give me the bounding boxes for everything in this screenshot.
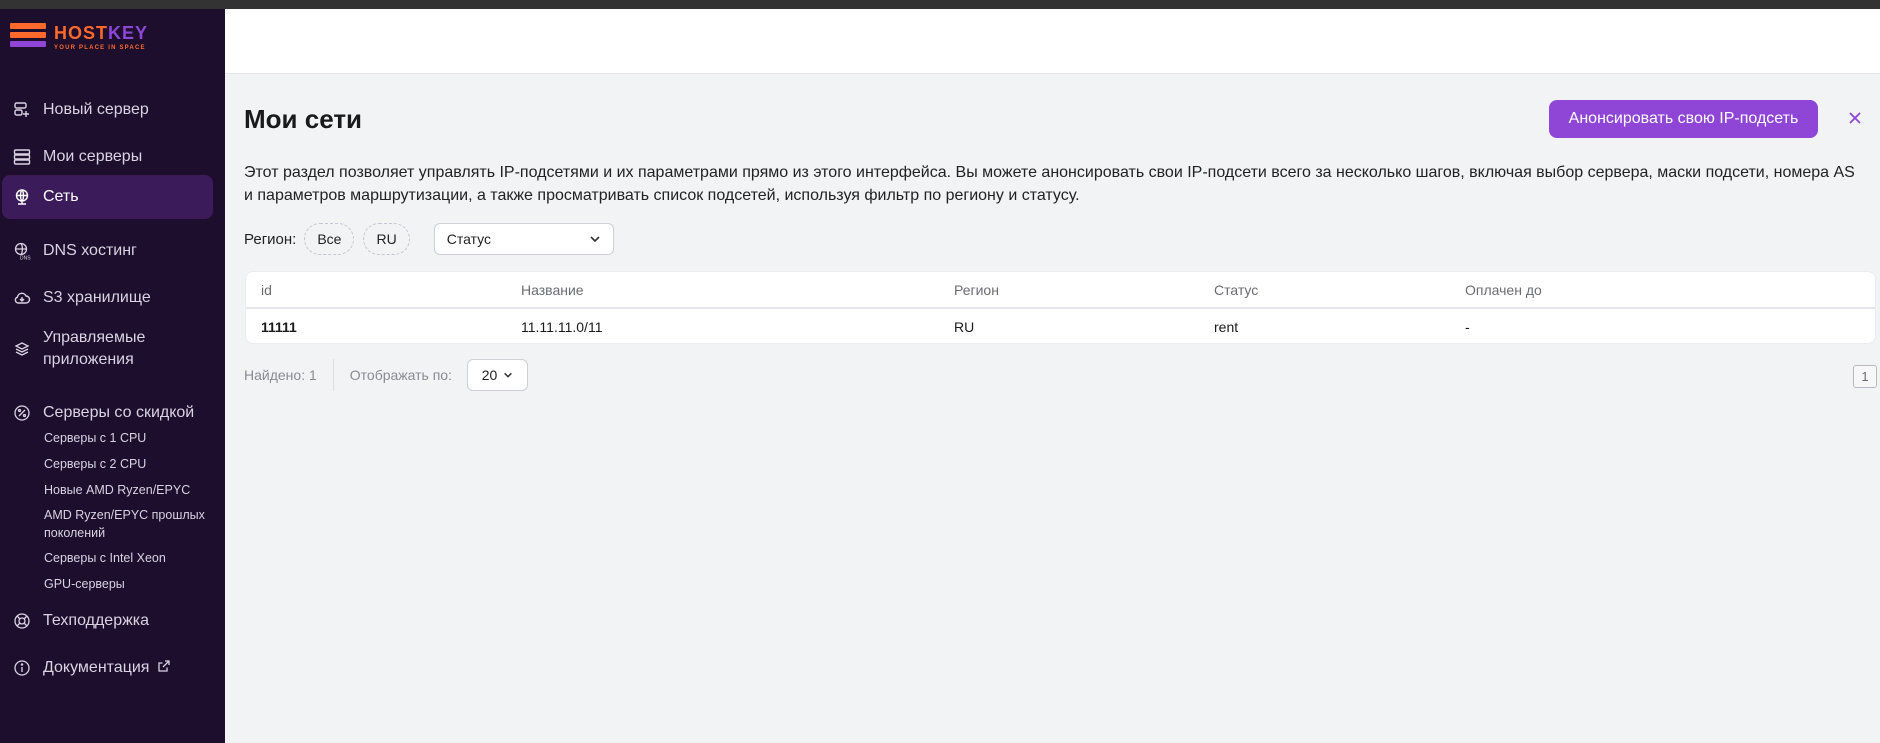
region-filter-label: Регион: — [244, 230, 297, 248]
sidebar-item-my-servers[interactable]: Мои серверы — [2, 138, 213, 176]
subnets-table: id Название Регион Статус Оплачен до 111… — [245, 271, 1876, 344]
sidebar-item-network[interactable]: Сеть — [2, 175, 213, 219]
sidebar-item-label-line1: Управляемые — [43, 329, 146, 346]
region-chip-ru[interactable]: RU — [363, 223, 410, 255]
pagination-page-1[interactable]: 1 — [1853, 365, 1877, 388]
page-title: Мои сети — [244, 104, 363, 134]
external-link-icon — [158, 660, 171, 672]
top-header — [225, 9, 1880, 74]
sidebar-subitem-gpu[interactable]: GPU-серверы — [44, 575, 219, 593]
sidebar-item-s3-storage[interactable]: S3 хранилище — [2, 279, 213, 317]
chevron-down-icon — [504, 372, 513, 378]
status-dropdown-value: Статус — [446, 231, 491, 247]
cloud-icon — [10, 286, 34, 310]
column-header-name[interactable]: Название — [521, 272, 584, 307]
sidebar-item-dns-hosting[interactable]: DNS DNS хостинг — [2, 232, 213, 270]
cell-paid-until: - — [1465, 319, 1470, 335]
chevron-down-icon — [590, 236, 600, 243]
column-header-paid-until[interactable]: Оплачен до — [1465, 272, 1542, 307]
column-header-region[interactable]: Регион — [954, 272, 999, 307]
sidebar-item-managed-apps[interactable]: Управляемые приложения — [2, 325, 213, 373]
column-header-status[interactable]: Статус — [1214, 272, 1258, 307]
window-top-bar — [0, 0, 1880, 9]
column-header-id[interactable]: id — [261, 272, 272, 307]
logo-text: HOSTKEY — [54, 23, 149, 43]
sidebar-subitem-1cpu[interactable]: Серверы с 1 CPU — [44, 429, 219, 447]
sidebar-subitem-new-amd[interactable]: Новые AMD Ryzen/EPYC — [44, 481, 219, 499]
sidebar-subitem-2cpu[interactable]: Серверы с 2 CPU — [44, 455, 219, 473]
server-plus-icon — [10, 98, 34, 122]
per-page-label: Отображать по: — [349, 367, 452, 383]
cell-status: rent — [1214, 319, 1239, 335]
lifebuoy-icon — [10, 609, 34, 633]
cell-id[interactable]: 11111 — [261, 309, 297, 345]
sidebar-item-discount-servers[interactable]: Серверы со скидкой — [2, 394, 213, 432]
table-row[interactable]: 11111 11.11.11.0/11 RU rent - — [246, 309, 1875, 345]
region-chip-all[interactable]: Все — [304, 223, 355, 255]
logo-tagline: YOUR PLACE IN SPACE — [54, 45, 146, 51]
sidebar-subitem-intel-xeon[interactable]: Серверы с Intel Xeon — [44, 549, 219, 567]
discount-icon — [10, 401, 34, 425]
filters-bar: Регион: Все RU Статус — [244, 223, 614, 255]
sidebar-item-label-line2: приложения — [43, 351, 134, 368]
status-dropdown[interactable]: Статус — [433, 223, 614, 255]
logo-mark-icon — [10, 23, 46, 53]
sidebar-item-support[interactable]: Техподдержка — [2, 602, 213, 640]
sidebar-item-new-server[interactable]: Новый сервер — [2, 91, 213, 129]
documentation-label: Документация — [43, 659, 150, 676]
cell-region: RU — [954, 319, 975, 335]
info-icon — [10, 656, 34, 680]
hostkey-logo[interactable]: HOSTKEY YOUR PLACE IN SPACE — [10, 21, 180, 61]
close-icon[interactable] — [1845, 108, 1865, 128]
per-page-select[interactable]: 20 — [466, 359, 528, 391]
sidebar-subitem-old-amd[interactable]: AMD Ryzen/EPYC прошлых поколений — [44, 506, 219, 542]
sidebar-item-documentation[interactable]: Документация — [2, 649, 213, 687]
sidebar: HOSTKEY YOUR PLACE IN SPACE Новый сервер… — [0, 9, 225, 743]
layers-icon — [10, 337, 34, 361]
cell-name: 11.11.11.0/11 — [521, 319, 603, 335]
per-page-value: 20 — [481, 367, 498, 383]
table-header: id Название Регион Статус Оплачен до — [246, 272, 1875, 309]
found-count: Найдено: 1 — [244, 367, 317, 383]
svg-text:DNS: DNS — [20, 256, 31, 261]
servers-icon — [10, 145, 34, 169]
table-footer: Найдено: 1 Отображать по: 20 — [244, 359, 528, 391]
footer-divider — [332, 359, 334, 391]
announce-subnet-button[interactable]: Анонсировать свою IP-подсеть — [1549, 100, 1818, 138]
globe-icon — [10, 185, 34, 209]
page-description: Этот раздел позволяет управлять IP-подсе… — [244, 164, 1855, 204]
dns-icon: DNS — [10, 239, 34, 263]
